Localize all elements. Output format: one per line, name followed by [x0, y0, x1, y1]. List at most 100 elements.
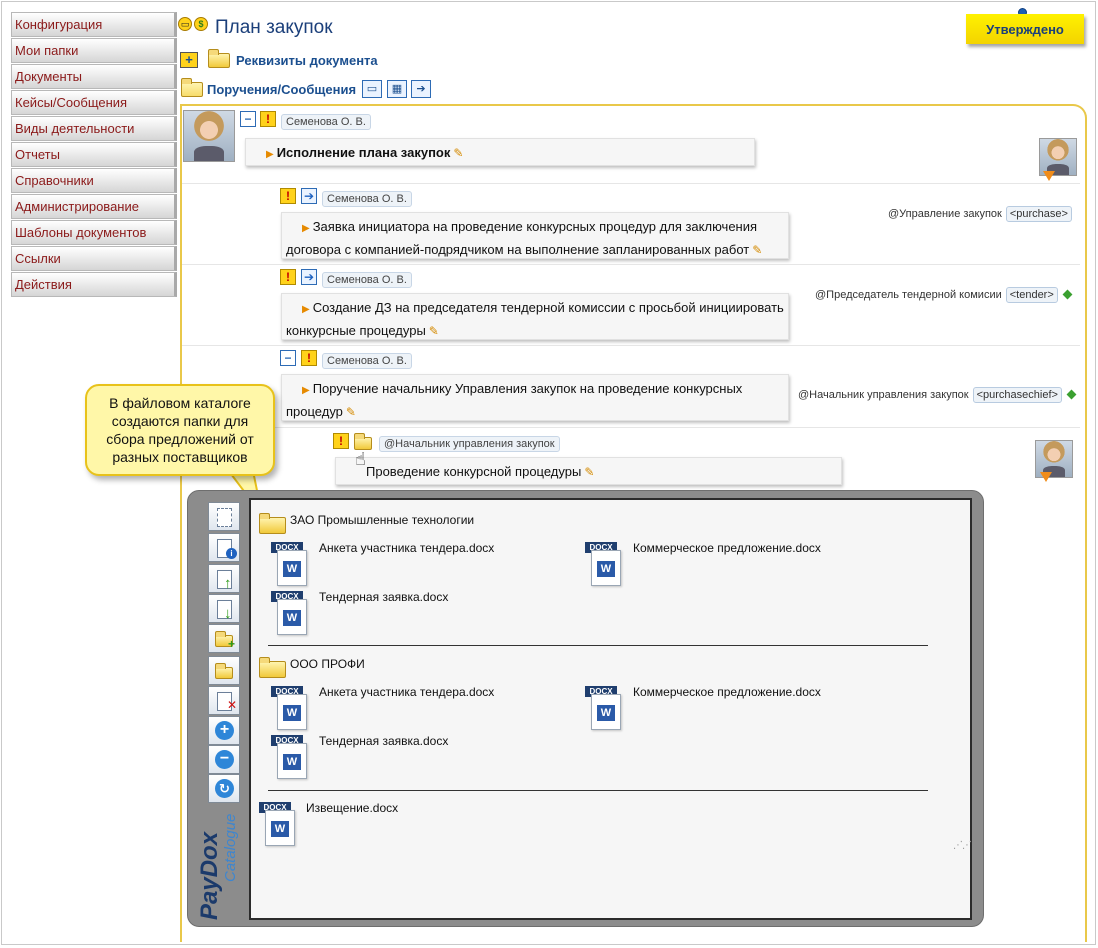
folder-separator: [268, 645, 928, 646]
edit-icon[interactable]: ✎: [752, 240, 762, 261]
subtask-item[interactable]: Проведение конкурсной процедуры ✎: [335, 457, 842, 485]
new-folder-icon[interactable]: +: [208, 624, 240, 653]
sidebar-item-directories[interactable]: Справочники: [11, 168, 177, 193]
move-folder-icon[interactable]: [208, 656, 240, 685]
sidebar-item-templates[interactable]: Шаблоны документов: [11, 220, 177, 245]
priority-icon[interactable]: !: [333, 433, 349, 449]
docx-icon[interactable]: DOCX: [271, 542, 311, 588]
task-text: договора с компанией-подрядчиком на выпо…: [286, 242, 750, 257]
status-badge[interactable]: Утверждено: [966, 14, 1084, 44]
file-name[interactable]: Коммерческое предложение.docx: [633, 685, 821, 699]
requisites-link[interactable]: Реквизиты документа: [236, 53, 378, 68]
expand-requisites-button[interactable]: +: [180, 52, 198, 68]
docx-icon[interactable]: DOCX: [271, 591, 311, 637]
file-name[interactable]: Анкета участника тендера.docx: [319, 541, 494, 555]
refresh-icon[interactable]: ↻: [208, 774, 240, 803]
divider: [182, 427, 1080, 428]
docx-icon[interactable]: DOCX: [585, 686, 625, 732]
priority-icon[interactable]: !: [260, 111, 276, 127]
open-folder-icon[interactable]: [259, 657, 286, 678]
collapse-all-icon[interactable]: −: [208, 745, 240, 774]
task-item[interactable]: ▶ Заявка инициатора на проведение конкурс…: [281, 212, 789, 259]
sidebar: Конфигурация Мои папки Документы Кейсы/С…: [11, 12, 177, 298]
folder-icon: [208, 49, 230, 68]
money-icon[interactable]: $: [194, 17, 208, 31]
down-arrow-icon[interactable]: [1040, 472, 1052, 482]
docx-icon[interactable]: DOCX: [585, 542, 625, 588]
sidebar-item-actions[interactable]: Действия: [11, 272, 177, 297]
task-text: конкурсные процедуры: [286, 323, 426, 338]
divider: [182, 183, 1080, 184]
sidebar-item-reports[interactable]: Отчеты: [11, 142, 177, 167]
author-tag[interactable]: Семенова О. В.: [322, 272, 412, 288]
docx-icon[interactable]: DOCX: [271, 686, 311, 732]
hand-cursor-icon: ☝: [355, 449, 366, 469]
sidebar-item-activities[interactable]: Виды деятельности: [11, 116, 177, 141]
status-diamond-icon: [1062, 289, 1073, 300]
resize-grip-icon[interactable]: ⋰⋰: [953, 840, 972, 851]
down-arrow-icon[interactable]: [1043, 171, 1055, 181]
forward-arrow-icon[interactable]: ➔: [411, 80, 431, 98]
code-tag: <tender>: [1005, 287, 1058, 303]
task-item[interactable]: ▶ Поручение начальнику Управления закупок…: [281, 374, 789, 421]
doc-info-icon[interactable]: i: [208, 533, 240, 562]
comment-icon[interactable]: ▭: [178, 17, 192, 31]
docx-icon[interactable]: DOCX: [259, 802, 299, 848]
page-title: План закупок: [215, 17, 333, 38]
file-name[interactable]: Тендерная заявка.docx: [319, 734, 448, 748]
author-tag[interactable]: Семенова О. В.: [322, 191, 412, 207]
file-name[interactable]: Коммерческое предложение.docx: [633, 541, 821, 555]
new-message-icon[interactable]: ▭: [362, 80, 382, 98]
file-name[interactable]: Тендерная заявка.docx: [319, 590, 448, 604]
author-tag[interactable]: Семенова О. В.: [322, 353, 412, 369]
copy-doc-icon[interactable]: [208, 502, 240, 531]
author-tag[interactable]: Семенова О. В.: [281, 114, 371, 130]
folder-name[interactable]: ООО ПРОФИ: [290, 657, 365, 671]
edit-icon[interactable]: ✎: [429, 321, 439, 342]
tasks-link[interactable]: Поручения/Сообщения: [207, 82, 356, 97]
task-item[interactable]: ▶ Создание ДЗ на председателя тендерной к…: [281, 293, 789, 340]
expand-triangle-icon[interactable]: ▶: [266, 149, 274, 160]
edit-icon[interactable]: ✎: [453, 143, 463, 164]
forward-arrow-icon[interactable]: ➔: [301, 269, 317, 285]
upload-icon[interactable]: ↑: [208, 564, 240, 593]
expand-triangle-icon[interactable]: ▶: [302, 385, 310, 396]
assignee-name[interactable]: @Управление закупок: [888, 208, 1002, 220]
collapse-button[interactable]: −: [280, 350, 296, 366]
priority-icon[interactable]: !: [280, 188, 296, 204]
callout-text: создаются папки для: [111, 413, 249, 429]
subtask-text: Проведение конкурсной процедуры: [366, 464, 582, 479]
docx-icon[interactable]: DOCX: [271, 735, 311, 781]
sidebar-item-cases[interactable]: Кейсы/Сообщения: [11, 90, 177, 115]
assignee-name[interactable]: @Начальник управления закупок: [798, 389, 969, 401]
callout: В файловом каталоге создаются папки для …: [85, 384, 275, 476]
expand-triangle-icon[interactable]: ▶: [302, 304, 310, 315]
sidebar-item-links[interactable]: Ссылки: [11, 246, 177, 271]
priority-icon[interactable]: !: [301, 350, 317, 366]
sidebar-item-my-folders[interactable]: Мои папки: [11, 38, 177, 63]
folder-name[interactable]: ЗАО Промышленные технологии: [290, 513, 474, 527]
priority-icon[interactable]: !: [280, 269, 296, 285]
collapse-button[interactable]: −: [240, 111, 256, 127]
download-icon[interactable]: ↓: [208, 594, 240, 623]
sidebar-item-documents[interactable]: Документы: [11, 64, 177, 89]
file-name[interactable]: Анкета участника тендера.docx: [319, 685, 494, 699]
table-view-icon[interactable]: ▦: [387, 80, 407, 98]
task-text: процедур: [286, 404, 343, 419]
forward-arrow-icon[interactable]: ➔: [301, 188, 317, 204]
expand-triangle-icon[interactable]: ▶: [302, 223, 310, 234]
edit-icon[interactable]: ✎: [346, 402, 356, 423]
brand-logo: PayDox: [196, 831, 223, 920]
code-tag: <purchasechief>: [972, 387, 1062, 403]
sidebar-item-configuration[interactable]: Конфигурация: [11, 12, 177, 37]
assignee-name[interactable]: @Председатель тендерной комисии: [815, 289, 1002, 301]
file-name[interactable]: Извещение.docx: [306, 801, 398, 815]
expand-all-icon[interactable]: +: [208, 716, 240, 745]
sidebar-item-administration[interactable]: Администрирование: [11, 194, 177, 219]
delete-doc-icon[interactable]: ✕: [208, 686, 240, 715]
edit-icon[interactable]: ✎: [584, 462, 594, 483]
root-task[interactable]: ▶ Исполнение плана закупок ✎: [245, 138, 755, 166]
author-avatar: [183, 110, 235, 162]
open-folder-icon[interactable]: [259, 513, 286, 534]
assignee-tag[interactable]: @Начальник управления закупок: [379, 436, 560, 452]
